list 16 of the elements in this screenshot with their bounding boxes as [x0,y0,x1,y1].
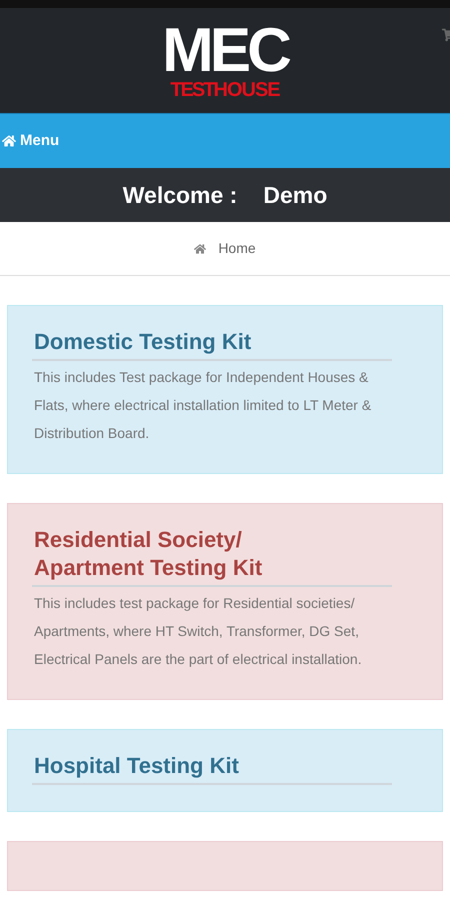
kit-card[interactable] [7,503,443,700]
breadcrumb-link[interactable]: Home [194,238,256,259]
kit-card[interactable]: Domestic Testing Kit This includes Test package for Independent Houses & Flats, where electrical installation limited to LT Meter & Distribution Board. [7,305,443,474]
kit-title: Domestic Testing Kit [32,328,392,361]
logo-subtitle: TESTHOUSE [170,80,280,100]
kit-description: This includes test package for Residential societies/ Apartments, where HT Switch, Transformer, DG Set, Electrical Panels are the part of electrical installation. [33,594,363,669]
user-name: Demo [263,180,328,210]
kit-title: Hospital Testing Kit [32,752,392,785]
kit-description: This includes Test package for Independent Houses & Flats, where electrical installation limited to LT Meter & Distribution Board. [33,368,372,443]
home-icon [194,242,206,254]
home-icon [2,134,16,148]
kit-card[interactable]: Hospital Testing Kit [7,729,443,812]
logo-title: MEC [162,22,288,80]
menu-button[interactable]: Menu [0,130,60,152]
welcome-label: Welcome : [122,180,238,210]
kit-title: Residential Society/ Apartment Testing Kit [32,526,392,587]
